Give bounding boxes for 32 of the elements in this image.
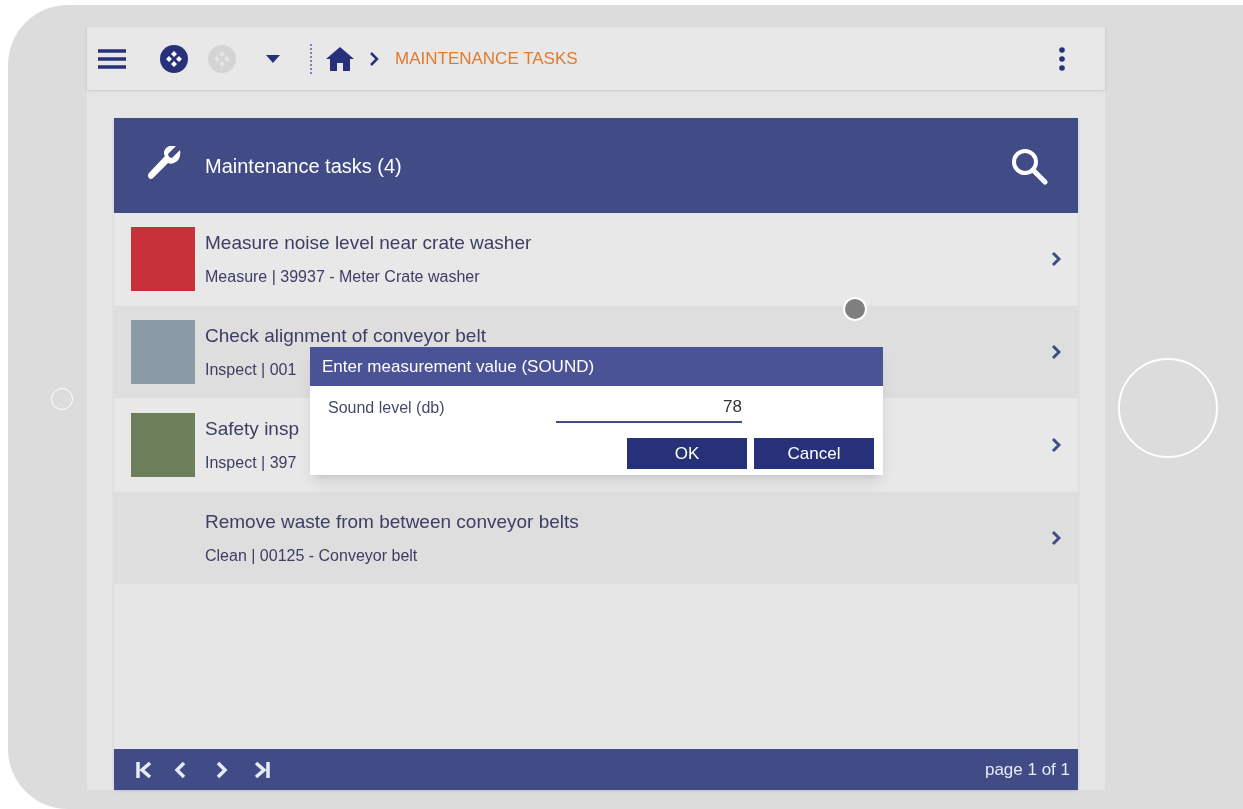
task-title: Check alignment of conveyor belt — [205, 323, 486, 348]
page-indicator: page 1 of 1 — [984, 758, 1070, 781]
list-title: Maintenance tasks (4) — [205, 153, 402, 179]
task-subtitle: Inspect | 397 — [205, 453, 297, 474]
task-subtitle: Inspect | 001 — [205, 360, 297, 381]
task-row[interactable]: Measure noise level near crate washer Measure | 39937 - Meter Crate washer — [114, 213, 1078, 305]
task-row[interactable]: Remove waste from between conveyor belts Clean | 00125 - Conveyor belt — [114, 492, 1078, 584]
chevron-icon — [1051, 437, 1061, 453]
next-page-icon[interactable] — [216, 760, 228, 779]
more-options-icon[interactable] — [1059, 46, 1065, 71]
task-subtitle: Measure | 39937 - Meter Crate washer — [205, 267, 480, 288]
dialog-title: Enter measurement value (SOUND) — [322, 355, 595, 378]
task-subtitle: Clean | 00125 - Conveyor belt — [205, 546, 418, 567]
app-switch-icon[interactable] — [160, 44, 188, 73]
home-icon[interactable] — [326, 45, 354, 72]
sound-level-input[interactable]: 78 — [556, 393, 742, 423]
field-label: Sound level (db) — [328, 398, 446, 418]
dialog-button[interactable]: OK — [627, 438, 747, 469]
task-title: Safety insp — [205, 416, 299, 441]
chevron-icon — [1051, 251, 1061, 267]
chevron-icon — [1051, 530, 1061, 546]
caret-icon[interactable] — [266, 54, 280, 63]
dialog-button[interactable]: Cancel — [754, 438, 874, 469]
task-title: Remove waste from between conveyor belts — [205, 509, 579, 534]
first-page-icon[interactable] — [136, 760, 152, 779]
last-page-icon[interactable] — [254, 760, 270, 779]
task-title: Measure noise level near crate washer — [205, 230, 532, 255]
previous-page-icon[interactable] — [174, 760, 186, 779]
search-icon[interactable] — [1010, 146, 1048, 185]
chevron-icon — [1051, 344, 1061, 360]
menu-icon[interactable] — [98, 47, 126, 70]
chevron-icon — [370, 51, 379, 66]
